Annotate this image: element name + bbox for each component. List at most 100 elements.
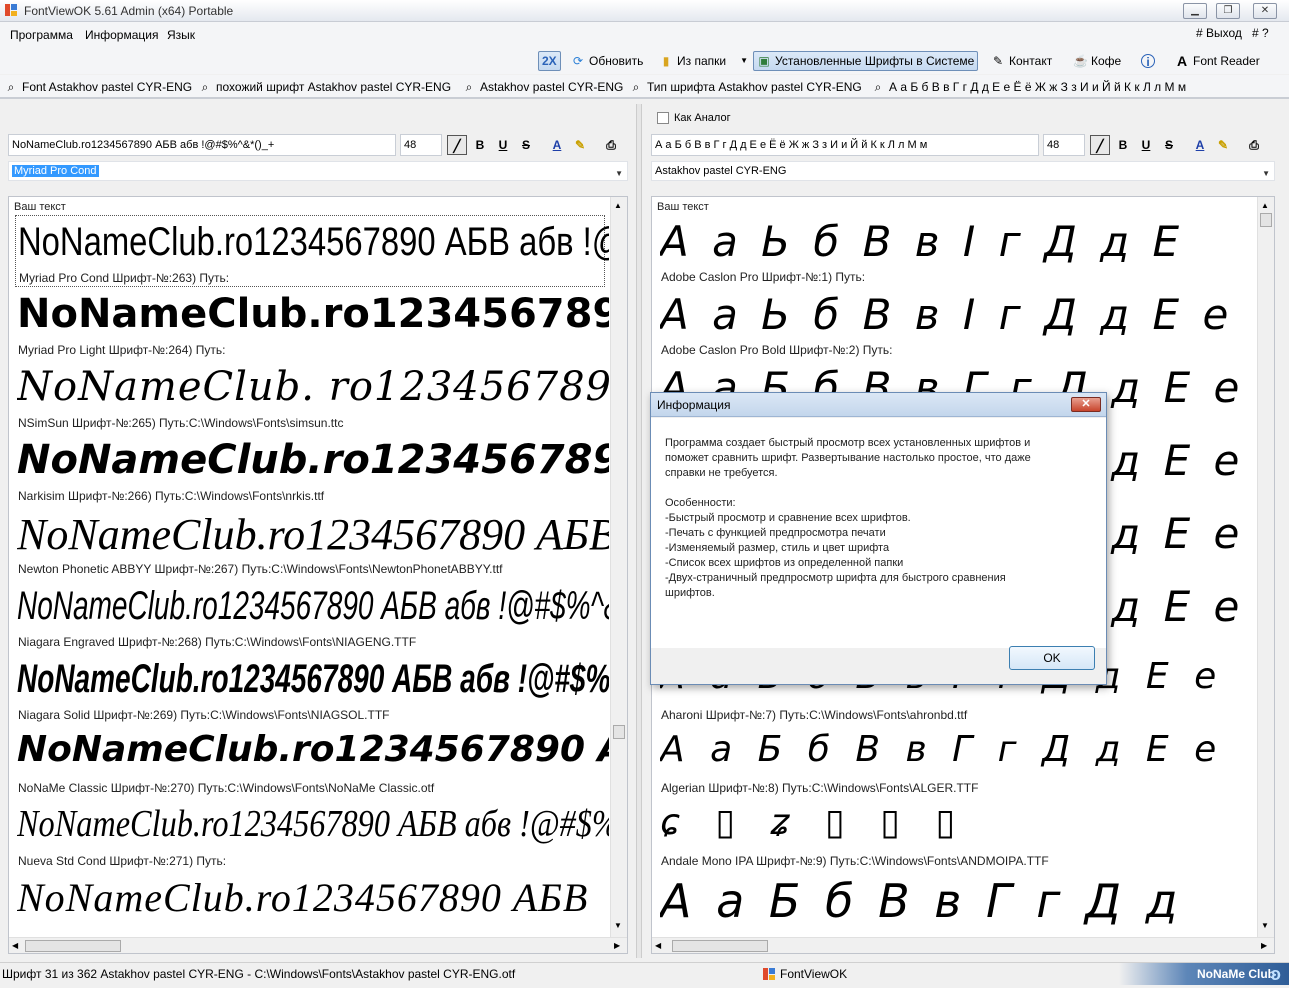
- font-sample-text: NoNameClub.ro1234567890 АБВ абв !@#$%^&*: [17, 586, 609, 628]
- font-list-item[interactable]: NoNameClub.ro1234567890 АБВ абв Narkisim …: [15, 434, 609, 506]
- font-list-item[interactable]: NoNameClub. ro1234567890 АБВ NSimSun Шриф…: [15, 361, 609, 433]
- pen-icon: ╱: [1096, 139, 1104, 153]
- font-sample-text: NoNameClub.ro1234567890 АБВ абв !@#$%: [18, 222, 609, 264]
- right-italic-toggle[interactable]: ╱: [1090, 135, 1110, 155]
- dialog-title-bar: Информация ✕: [651, 393, 1106, 417]
- dialog-title: Информация: [657, 398, 731, 412]
- right-list-header: Ваш текст: [657, 201, 709, 213]
- tab-similar-font-label: похожий шрифт Astakhov pastel CYR-ENG: [216, 80, 452, 94]
- right-horizontal-scrollbar[interactable]: ◀ ▶: [652, 937, 1274, 953]
- font-sample-text: NoNameClub.ro1234567890 АБВ абв: [17, 440, 609, 483]
- font-list-item[interactable]: А а Ь б В в І г Д д Е е Adobe Caslon Pro …: [658, 288, 1248, 360]
- right-font-color-button[interactable]: A: [1190, 135, 1210, 155]
- coffee-button[interactable]: ☕ Кофе: [1070, 51, 1124, 71]
- font-list-item[interactable]: А а Б б В в Г г Д д Е е Algerian Шрифт-№:…: [658, 726, 1248, 798]
- search-icon: ⌕: [874, 80, 882, 94]
- left-bold-button[interactable]: B: [470, 135, 490, 155]
- font-sample-text: NoNameClub. ro1234567890 АБВ: [17, 367, 609, 410]
- from-folder-button[interactable]: ▮ Из папки ▼: [656, 51, 751, 71]
- contact-button[interactable]: ✎ Контакт: [988, 51, 1055, 71]
- close-button[interactable]: ✕: [1253, 3, 1277, 19]
- scroll-down-icon[interactable]: ▼: [614, 921, 622, 930]
- font-caption: Myriad Pro Cond Шрифт-№:263) Путь:: [19, 271, 230, 285]
- refresh-button[interactable]: ⟳ Обновить: [568, 51, 646, 71]
- maximize-button[interactable]: ❐: [1216, 3, 1240, 19]
- checkbox-box[interactable]: [657, 112, 669, 124]
- right-print-icon[interactable]: ⎙: [1244, 135, 1264, 155]
- tab-font[interactable]: ⌕ Font Astakhov pastel CYR-ENG: [4, 80, 192, 94]
- right-size-input[interactable]: 48: [1043, 134, 1085, 156]
- minimize-button[interactable]: ▁: [1183, 3, 1207, 19]
- right-hscroll-thumb[interactable]: [672, 940, 768, 952]
- font-list-item[interactable]: NoNameClub.ro1234567890 АБВ абв !@#$%^&*…: [15, 580, 609, 652]
- info-button[interactable]: i: [1138, 51, 1158, 71]
- font-list-item[interactable]: ɕ ▯ ʑ ▯ ▯ ▯ Andale Mono IPA Шрифт-№:9) Пу…: [658, 799, 1248, 871]
- right-underline-button[interactable]: U: [1136, 135, 1156, 155]
- left-font-color-button[interactable]: A: [547, 135, 567, 155]
- right-font-dropdown[interactable]: Astakhov pastel CYR-ENG ▼: [651, 161, 1275, 181]
- scroll-left-icon[interactable]: ◀: [655, 941, 661, 950]
- right-highlight-icon[interactable]: ✎: [1213, 135, 1233, 155]
- info-icon: i: [1141, 54, 1155, 69]
- left-font-dropdown[interactable]: Myriad Pro Cond ▼: [8, 161, 628, 181]
- left-underline-button[interactable]: U: [493, 135, 513, 155]
- font-list-item[interactable]: А а Б б В в Г г Д д: [658, 872, 1248, 935]
- left-vertical-scrollbar[interactable]: ▲ ▼: [610, 197, 627, 937]
- left-highlight-icon[interactable]: ✎: [570, 135, 590, 155]
- left-print-icon[interactable]: ⎙: [601, 135, 621, 155]
- search-icon: ⌕: [7, 80, 15, 94]
- left-size-input[interactable]: 48: [400, 134, 442, 156]
- left-font-list[interactable]: Ваш текст NoNameClub.ro1234567890 АБВ аб…: [8, 196, 628, 954]
- font-reader-label: Font Reader: [1193, 54, 1260, 68]
- font-list-item[interactable]: А а Ь б В в І г Д д Е Adobe Caslon Pro Шр…: [658, 215, 1248, 287]
- exit-link[interactable]: # Выход: [1196, 26, 1242, 40]
- font-list-item[interactable]: NoNameClub.ro1234567890 АБВ Newton Phonet…: [15, 507, 609, 579]
- zoom-label: 2X: [542, 54, 557, 68]
- left-hscroll-thumb[interactable]: [25, 940, 121, 952]
- tab-font-type-label: Тип шрифта Astakhov pastel CYR-ENG: [647, 80, 862, 94]
- scroll-up-icon[interactable]: ▲: [614, 201, 622, 210]
- menu-language[interactable]: Язык: [167, 28, 195, 42]
- right-sample-text-input[interactable]: А а Б б В в Г г Д д Е е Ё ё Ж ж З з И и …: [651, 134, 1039, 156]
- menu-information[interactable]: Информация: [85, 28, 158, 42]
- left-horizontal-scrollbar[interactable]: ◀ ▶: [9, 937, 627, 953]
- dialog-close-button[interactable]: ✕: [1071, 397, 1101, 412]
- font-list-item[interactable]: NoNameClub.ro1234567890 АБВ абв !@#$%^&*…: [15, 653, 609, 725]
- tab-font-name[interactable]: ⌕ Astakhov pastel CYR-ENG: [462, 80, 624, 94]
- taskbar-app-item[interactable]: FontViewOK: [762, 967, 847, 981]
- font-caption: NoNaMe Classic Шрифт-№:270) Путь:C:\Wind…: [18, 781, 435, 795]
- right-scroll-thumb[interactable]: [1260, 213, 1272, 227]
- font-caption: Algerian Шрифт-№:8) Путь:C:\Windows\Font…: [661, 781, 979, 795]
- left-sample-text-input[interactable]: NoNameClub.ro1234567890 АБВ абв !@#$%^&*…: [8, 134, 396, 156]
- panel-splitter[interactable]: [636, 104, 642, 958]
- scroll-left-icon[interactable]: ◀: [12, 941, 18, 950]
- font-list-item[interactable]: NoNameClub.ro1234567890 АБВ абв NoNaMe Cl…: [15, 726, 609, 798]
- tab-alphabet[interactable]: ⌕ А а Б б В в Г г Д д Е е Ё ё Ж ж З з И и…: [871, 80, 1186, 94]
- tab-similar-font[interactable]: ⌕ похожий шрифт Astakhov pastel CYR-ENG: [198, 80, 451, 94]
- analog-checkbox[interactable]: Как Аналог: [657, 112, 731, 124]
- ok-button[interactable]: OK: [1009, 646, 1095, 670]
- font-reader-button[interactable]: A Font Reader: [1172, 51, 1263, 71]
- brand-label: NoNaMe Club: [1197, 967, 1275, 981]
- left-strike-button[interactable]: S: [516, 135, 536, 155]
- font-list-item[interactable]: NoNameClub.ro1234567890 АБВ абв Myriad Pr…: [15, 288, 609, 360]
- scroll-right-icon[interactable]: ▶: [614, 941, 620, 950]
- font-list-item[interactable]: NoNameClub.ro1234567890 АБВ абв !@#$% Myr…: [15, 215, 609, 287]
- font-list-item[interactable]: NoNameClub.ro1234567890 АБВ абв !@#$% Nue…: [15, 799, 609, 871]
- scroll-right-icon[interactable]: ▶: [1261, 941, 1267, 950]
- installed-fonts-button[interactable]: ▣ Установленные Шрифты в Системе: [753, 51, 979, 71]
- help-link[interactable]: # ?: [1252, 26, 1269, 40]
- left-italic-toggle[interactable]: ╱: [447, 135, 467, 155]
- font-caption: NSimSun Шрифт-№:265) Путь:C:\Windows\Fon…: [18, 416, 344, 430]
- zoom-2x-button[interactable]: 2X: [538, 51, 561, 71]
- tab-font-type[interactable]: ⌕ Тип шрифта Astakhov pastel CYR-ENG: [629, 80, 862, 94]
- right-vertical-scrollbar[interactable]: ▲ ▼: [1257, 197, 1274, 937]
- scroll-up-icon[interactable]: ▲: [1261, 201, 1269, 210]
- refresh-icon: ⟳: [572, 54, 584, 68]
- scroll-down-icon[interactable]: ▼: [1261, 921, 1269, 930]
- right-strike-button[interactable]: S: [1159, 135, 1179, 155]
- right-bold-button[interactable]: B: [1113, 135, 1133, 155]
- font-list-item[interactable]: NoNameClub.ro1234567890 АБВ: [15, 872, 605, 935]
- menu-program[interactable]: Программа: [10, 28, 73, 42]
- left-scroll-thumb[interactable]: [613, 725, 625, 739]
